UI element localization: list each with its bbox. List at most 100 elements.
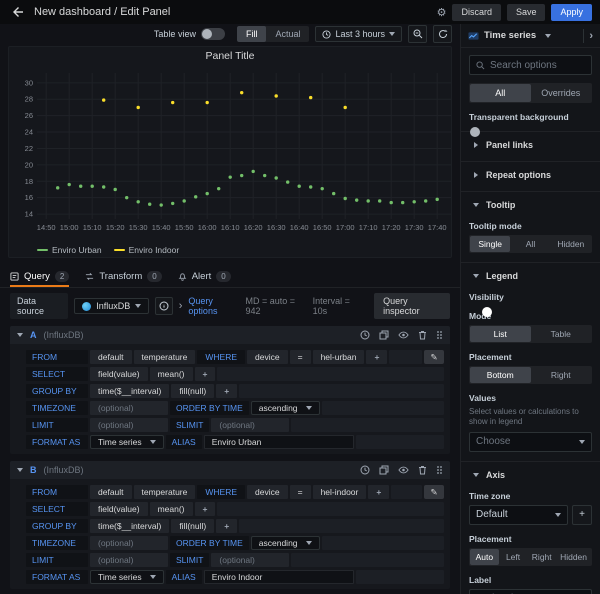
legend-values-select[interactable]: Choose	[469, 432, 592, 452]
where-field[interactable]: device	[247, 350, 288, 364]
format-as-select[interactable]: Time series	[90, 570, 164, 584]
query-inspector-button[interactable]: Query inspector	[374, 293, 450, 319]
chart-svg[interactable]: 14161820222426283014:5015:0015:1015:2015…	[13, 65, 457, 243]
where-op[interactable]: =	[290, 485, 311, 499]
datasource-help-button[interactable]	[155, 297, 173, 315]
query-options-link[interactable]: Query options	[188, 296, 239, 316]
groupby-time[interactable]: time($__interval)	[90, 519, 169, 533]
panel-links-header[interactable]: Panel links	[469, 138, 592, 152]
query-header[interactable]: A (InfluxDB)	[10, 326, 450, 344]
trash-icon[interactable]	[418, 465, 427, 475]
groupby-fill[interactable]: fill(null)	[171, 384, 214, 398]
legend-item-indoor[interactable]: Enviro Indoor	[114, 245, 180, 255]
fill-option[interactable]: Fill	[237, 26, 267, 42]
add-select-button[interactable]: +	[195, 502, 216, 516]
axis-placement-auto[interactable]: Auto	[470, 549, 499, 565]
collapse-chevron-icon[interactable]	[17, 333, 23, 337]
add-groupby-button[interactable]: +	[216, 519, 237, 533]
where-field[interactable]: device	[247, 485, 288, 499]
legend-placement-bottom[interactable]: Bottom	[470, 367, 531, 383]
limit-input[interactable]: (optional)	[90, 418, 168, 432]
orderby-select[interactable]: ascending	[251, 536, 320, 550]
apply-button[interactable]: Apply	[551, 4, 592, 21]
duplicate-icon[interactable]	[379, 465, 389, 475]
history-icon[interactable]	[360, 330, 370, 340]
tab-all[interactable]: All	[470, 84, 531, 102]
hide-eye-icon[interactable]	[398, 330, 409, 340]
select-field[interactable]: field(value)	[90, 367, 148, 381]
trash-icon[interactable]	[418, 330, 427, 340]
timezone-input[interactable]: (optional)	[90, 536, 168, 550]
orderby-select[interactable]: ascending	[251, 401, 320, 415]
timezone-input[interactable]: (optional)	[90, 401, 168, 415]
add-condition-button[interactable]: +	[368, 485, 389, 499]
back-arrow-icon[interactable]	[8, 3, 26, 21]
tab-alert[interactable]: Alert 0	[178, 268, 231, 287]
limit-input[interactable]: (optional)	[90, 553, 168, 567]
slimit-input[interactable]: (optional)	[211, 553, 289, 567]
zoom-out-button[interactable]	[408, 25, 427, 43]
options-search-input[interactable]: Search options	[469, 55, 592, 75]
from-policy[interactable]: default	[90, 350, 132, 364]
where-value[interactable]: hel-indoor	[313, 485, 367, 499]
edit-pencil-icon[interactable]: ✎	[424, 485, 444, 499]
legend-placement-right[interactable]: Right	[531, 367, 592, 383]
pane-splitter[interactable]	[0, 258, 460, 267]
drag-grip-icon[interactable]	[436, 465, 443, 475]
add-select-button[interactable]: +	[195, 367, 216, 381]
query-header[interactable]: B (InfluxDB)	[10, 461, 450, 479]
axis-placement-hidden[interactable]: Hidden	[556, 549, 591, 565]
query-options-chevron-icon[interactable]: ›	[179, 300, 183, 312]
axis-placement-left[interactable]: Left	[499, 549, 528, 565]
groupby-time[interactable]: time($__interval)	[90, 384, 169, 398]
add-timezone-button[interactable]: +	[572, 505, 592, 525]
tooltip-mode-all[interactable]: All	[510, 236, 550, 252]
drag-grip-icon[interactable]	[436, 330, 443, 340]
slimit-input[interactable]: (optional)	[211, 418, 289, 432]
add-condition-button[interactable]: +	[366, 350, 387, 364]
axis-placement-right[interactable]: Right	[527, 549, 556, 565]
table-view-toggle[interactable]	[201, 28, 225, 40]
duplicate-icon[interactable]	[379, 330, 389, 340]
tooltip-mode-hidden[interactable]: Hidden	[551, 236, 591, 252]
from-measurement[interactable]: temperature	[134, 350, 196, 364]
from-policy[interactable]: default	[90, 485, 132, 499]
time-range-picker[interactable]: Last 3 hours	[315, 26, 402, 42]
add-groupby-button[interactable]: +	[216, 384, 237, 398]
tooltip-mode-single[interactable]: Single	[470, 236, 510, 252]
legend-mode-table[interactable]: Table	[531, 326, 592, 342]
axis-label-input[interactable]: Optional text	[469, 589, 592, 594]
save-button[interactable]: Save	[507, 4, 546, 21]
alias-input[interactable]: Enviro Urban	[204, 435, 354, 449]
alias-input[interactable]: Enviro Indoor	[204, 570, 354, 584]
hide-eye-icon[interactable]	[398, 465, 409, 475]
axis-timezone-select[interactable]: Default	[469, 505, 568, 525]
axis-header[interactable]: Axis	[469, 468, 592, 482]
expand-picker-icon[interactable]: ›	[589, 30, 593, 42]
tooltip-header[interactable]: Tooltip	[469, 198, 592, 212]
from-measurement[interactable]: temperature	[134, 485, 196, 499]
history-icon[interactable]	[360, 465, 370, 475]
legend-item-urban[interactable]: Enviro Urban	[37, 245, 102, 255]
select-mean[interactable]: mean()	[150, 502, 193, 516]
discard-button[interactable]: Discard	[452, 4, 501, 21]
repeat-options-header[interactable]: Repeat options	[469, 168, 592, 182]
legend-header[interactable]: Legend	[469, 269, 592, 283]
tab-overrides[interactable]: Overrides	[531, 84, 592, 102]
actual-option[interactable]: Actual	[266, 26, 309, 42]
tab-transform[interactable]: Transform 0	[85, 268, 161, 287]
collapse-chevron-icon[interactable]	[17, 468, 23, 472]
refresh-button[interactable]	[433, 25, 452, 43]
where-value[interactable]: hel-urban	[313, 350, 365, 364]
select-field[interactable]: field(value)	[90, 502, 148, 516]
groupby-fill[interactable]: fill(null)	[171, 519, 214, 533]
tab-query[interactable]: Query 2	[10, 268, 69, 287]
settings-gear-icon[interactable]: ⚙	[437, 6, 447, 19]
select-mean[interactable]: mean()	[150, 367, 193, 381]
format-as-select[interactable]: Time series	[90, 435, 164, 449]
legend-mode-list[interactable]: List	[470, 326, 531, 342]
edit-pencil-icon[interactable]: ✎	[424, 350, 444, 364]
where-op[interactable]: =	[290, 350, 311, 364]
datasource-select[interactable]: InfluxDB	[74, 298, 149, 314]
visualization-picker[interactable]: Time series ›	[461, 24, 600, 48]
